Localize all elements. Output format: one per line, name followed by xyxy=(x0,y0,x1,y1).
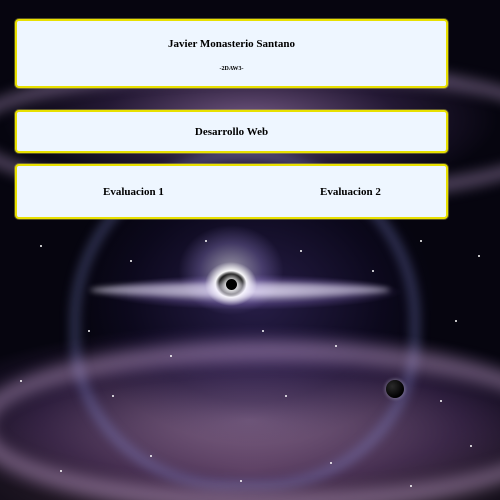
accretion-disk xyxy=(90,283,390,297)
galaxy-ring-bottom xyxy=(0,340,500,500)
author-name: Javier Monasterio Santano xyxy=(168,38,295,50)
evaluation-1-link[interactable]: Evaluacion 1 xyxy=(103,186,164,198)
class-group: -2DAW3- xyxy=(219,66,244,72)
subject-panel: Desarrollo Web xyxy=(15,110,448,153)
dark-planet xyxy=(386,380,404,398)
evaluation-2-link[interactable]: Evaluacion 2 xyxy=(320,186,381,198)
header-panel: Javier Monasterio Santano -2DAW3- xyxy=(15,19,448,88)
evaluations-panel: Evaluacion 1 Evaluacion 2 xyxy=(15,164,448,219)
black-hole-core xyxy=(226,279,237,290)
subject-title: Desarrollo Web xyxy=(194,126,269,138)
